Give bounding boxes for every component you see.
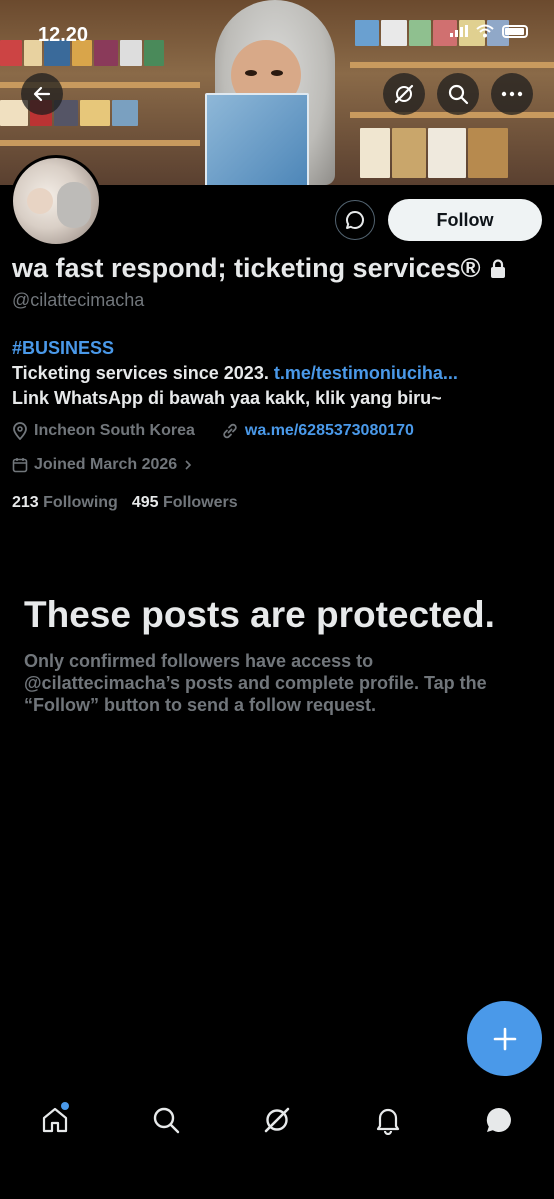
search-button[interactable] [437, 73, 479, 115]
message-icon [346, 211, 364, 229]
followers-link[interactable]: 495 Followers [132, 494, 238, 512]
grok-icon [394, 84, 414, 104]
follow-button[interactable]: Follow [388, 199, 542, 241]
tab-home[interactable] [27, 1092, 83, 1148]
battery-icon [502, 24, 528, 38]
profile-meta-location-row: Incheon South Korea wa.me/6285373080170 [12, 422, 414, 440]
tab-notifications[interactable] [360, 1092, 416, 1148]
chat-icon [486, 1107, 511, 1132]
location-text: Incheon South Korea [34, 422, 195, 439]
grok-icon [264, 1107, 290, 1133]
more-button[interactable] [491, 73, 533, 115]
location-icon [13, 422, 27, 440]
following-count: 213 [12, 494, 39, 511]
status-time: 12.20 [38, 24, 89, 46]
protected-body: Only confirmed followers have access to … [24, 651, 487, 715]
calendar-icon [12, 458, 28, 473]
search-icon [448, 84, 469, 105]
grok-button[interactable] [383, 73, 425, 115]
tab-search[interactable] [138, 1092, 194, 1148]
bell-icon [376, 1108, 399, 1135]
profile-avatar[interactable] [10, 155, 102, 247]
link-icon [223, 423, 237, 439]
followers-label: Followers [162, 494, 238, 511]
followers-count: 495 [131, 494, 159, 511]
protected-title: These posts are protected. [24, 594, 495, 635]
profile-bio: #BUSINESS Ticketing services since 2023.… [12, 336, 458, 411]
plus-icon [493, 1027, 516, 1050]
website-link[interactable]: wa.me/6285373080170 [245, 422, 414, 440]
message-button[interactable] [335, 200, 375, 240]
bio-hashtag[interactable]: #BUSINESS [12, 338, 114, 358]
bottom-tab-bar [0, 1090, 554, 1150]
follow-counts: 213 Following 495 Followers [12, 494, 238, 512]
search-icon [153, 1107, 180, 1134]
wifi-icon [476, 24, 494, 38]
banner-person [205, 0, 345, 185]
following-label: Following [43, 494, 118, 511]
status-icons [450, 24, 528, 38]
following-link[interactable]: 213 Following [12, 494, 118, 512]
joined-text: Joined March 2026 [34, 456, 178, 473]
bio-line-2: Link WhatsApp di bawah yaa kakk, klik ya… [12, 388, 442, 408]
joined-row[interactable]: Joined March 2026 [12, 456, 193, 474]
compose-button[interactable] [467, 1001, 542, 1076]
bio-line-1: Ticketing services since 2023. [12, 363, 274, 383]
tab-grok[interactable] [249, 1092, 305, 1148]
lock-icon [490, 258, 505, 278]
arrow-left-icon [33, 86, 51, 102]
bio-link[interactable]: t.me/testimoniuciha... [274, 363, 458, 383]
username-handle: @cilattecimacha [12, 290, 145, 310]
display-name: wa fast respond; ticketing services® [12, 253, 481, 283]
tab-messages[interactable] [471, 1092, 527, 1148]
back-button[interactable] [21, 73, 63, 115]
chevron-right-icon [185, 460, 192, 470]
profile-banner[interactable]: 12.20 [0, 0, 554, 185]
signal-icon [450, 25, 468, 37]
display-name-row: wa fast respond; ticketing services® [12, 253, 507, 284]
more-icon [501, 91, 523, 97]
